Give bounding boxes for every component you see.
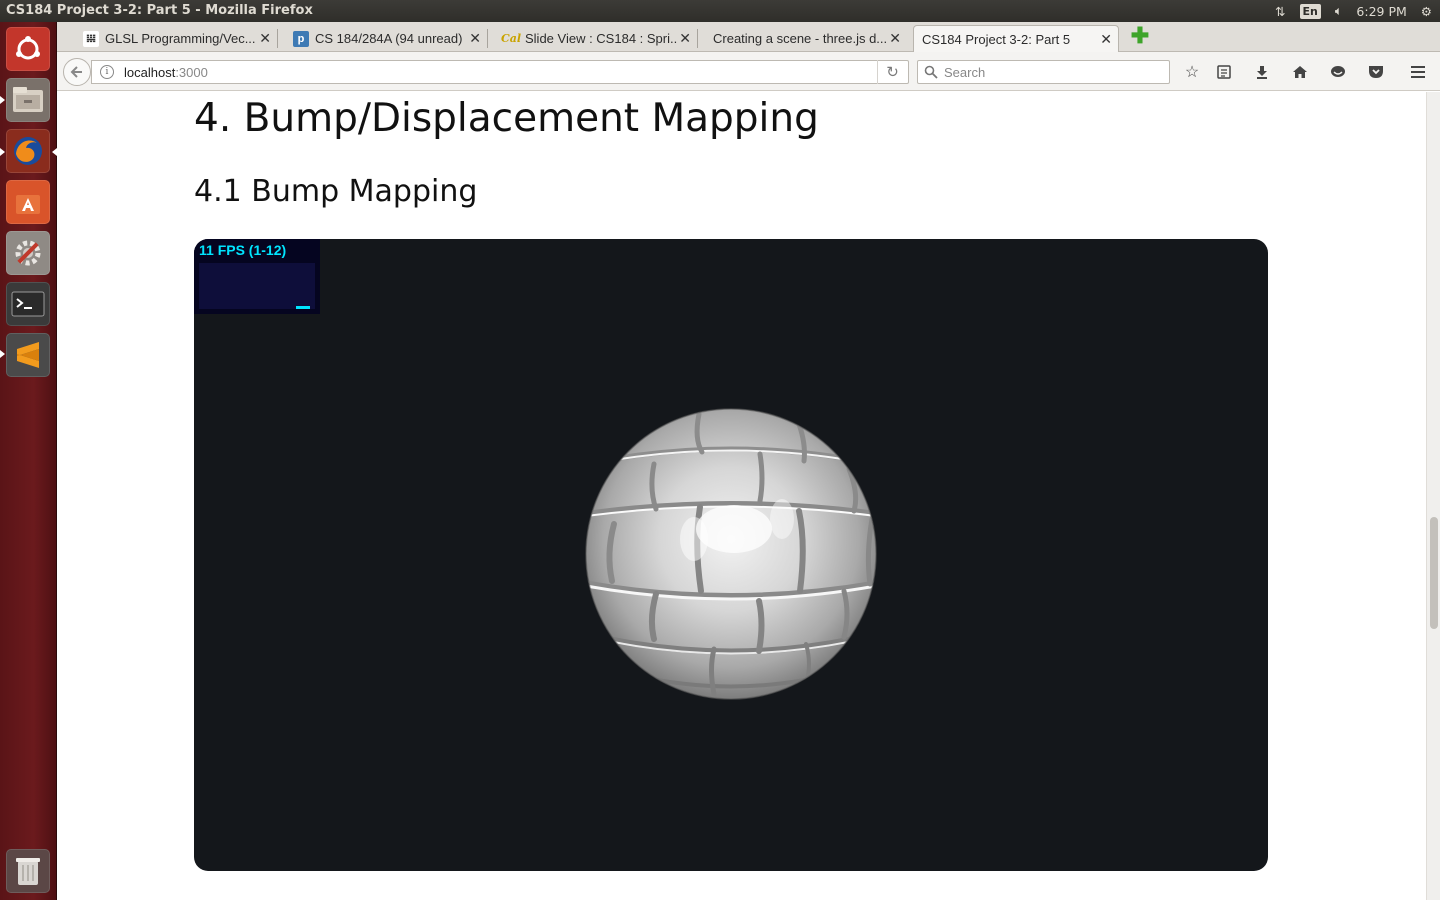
search-icon xyxy=(924,65,938,79)
sublime-text-icon[interactable] xyxy=(6,333,50,377)
tab-title: CS184 Project 3-2: Part 5 xyxy=(922,31,1071,47)
back-arrow-icon[interactable] xyxy=(63,58,91,86)
section-title: 4. Bump/Displacement Mapping xyxy=(194,96,819,141)
tab-title: CS 184/284A (94 unread) xyxy=(315,31,463,46)
vertical-scrollbar[interactable] xyxy=(1426,92,1440,900)
close-tab-icon[interactable]: ✕ xyxy=(1100,31,1112,48)
bookmark-star-icon[interactable]: ☆ xyxy=(1181,61,1203,83)
url-bar[interactable]: i localhost:3000 xyxy=(91,60,909,84)
running-indicator xyxy=(0,350,5,358)
fps-graph-bar xyxy=(296,306,310,309)
tab-strip: 𝍐 GLSL Programming/Vec... ✕ p CS 184/284… xyxy=(57,22,1440,52)
launcher xyxy=(0,22,57,900)
tab-title: Creating a scene - three.js d... xyxy=(713,31,888,46)
webgl-canvas[interactable]: 11 FPS (1-12) xyxy=(194,239,1268,871)
close-tab-icon[interactable]: ✕ xyxy=(889,30,901,47)
network-icon[interactable]: ⇅ xyxy=(1275,4,1285,19)
tab-title: Slide View : CS184 : Spri... xyxy=(525,31,677,46)
search-input[interactable]: Search xyxy=(917,60,1170,84)
fps-graph xyxy=(199,263,315,309)
trash-icon[interactable] xyxy=(6,849,50,893)
close-tab-icon[interactable]: ✕ xyxy=(469,30,481,47)
hello-chat-icon[interactable] xyxy=(1327,61,1349,83)
cal-icon: Cal xyxy=(500,32,522,45)
reload-icon[interactable]: ↻ xyxy=(877,60,907,84)
system-indicators: ⇅ En 🔈︎ 6:29 PM ⚙ xyxy=(1275,0,1440,22)
tab-threejs[interactable]: Creating a scene - three.js d... ✕ xyxy=(705,25,907,52)
terminal-icon[interactable] xyxy=(6,282,50,326)
system-settings-icon[interactable] xyxy=(6,231,50,275)
tab-piazza[interactable]: p CS 184/284A (94 unread) ✕ xyxy=(285,25,488,52)
search-placeholder: Search xyxy=(944,64,986,80)
url-host: localhost xyxy=(124,64,176,80)
firefox-icon[interactable] xyxy=(6,129,50,173)
home-icon[interactable] xyxy=(1289,61,1311,83)
volume-icon[interactable]: 🔈︎ xyxy=(1335,3,1343,19)
page-content: 4. Bump/Displacement Mapping 4.1 Bump Ma… xyxy=(57,92,1426,900)
software-center-icon[interactable] xyxy=(6,180,50,224)
reading-list-icon[interactable] xyxy=(1213,61,1235,83)
settings-gear-icon[interactable]: ⚙ xyxy=(1421,4,1432,19)
clock[interactable]: 6:29 PM xyxy=(1356,4,1406,19)
tab-title: GLSL Programming/Vec... xyxy=(105,31,256,46)
close-tab-icon[interactable]: ✕ xyxy=(259,30,271,47)
keyboard-layout-indicator[interactable]: En xyxy=(1299,3,1321,19)
bump-mapped-sphere xyxy=(585,408,877,700)
fps-stats-panel[interactable]: 11 FPS (1-12) xyxy=(194,239,320,314)
hamburger-menu-icon[interactable] xyxy=(1407,61,1429,83)
url-port: :3000 xyxy=(175,64,208,80)
close-tab-icon[interactable]: ✕ xyxy=(679,30,691,47)
new-tab-plus-icon[interactable]: ✚ xyxy=(1129,25,1151,48)
files-icon[interactable] xyxy=(6,78,50,122)
wikibooks-icon: 𝍐 xyxy=(83,30,99,47)
top-panel: CS184 Project 3-2: Part 5 - Mozilla Fire… xyxy=(0,0,1440,22)
pocket-icon[interactable] xyxy=(1365,61,1387,83)
running-indicator xyxy=(0,96,5,104)
ubuntu-dash-icon[interactable] xyxy=(6,27,50,71)
tab-glsl[interactable]: 𝍐 GLSL Programming/Vec... ✕ xyxy=(75,25,278,52)
piazza-icon: p xyxy=(293,30,309,47)
site-info-icon[interactable]: i xyxy=(100,65,114,79)
subsection-title: 4.1 Bump Mapping xyxy=(194,174,478,209)
window-title: CS184 Project 3-2: Part 5 - Mozilla Fire… xyxy=(6,3,313,18)
tab-project-part5[interactable]: CS184 Project 3-2: Part 5 ✕ xyxy=(913,25,1119,52)
fps-readout: 11 FPS (1-12) xyxy=(199,242,287,258)
navigation-toolbar: i localhost:3000 ↻ Search ☆ xyxy=(57,52,1440,91)
tab-slide-view[interactable]: Cal Slide View : CS184 : Spri... ✕ xyxy=(495,25,698,52)
running-indicator xyxy=(0,148,5,156)
scrollbar-thumb[interactable] xyxy=(1430,517,1438,629)
downloads-icon[interactable] xyxy=(1251,61,1273,83)
